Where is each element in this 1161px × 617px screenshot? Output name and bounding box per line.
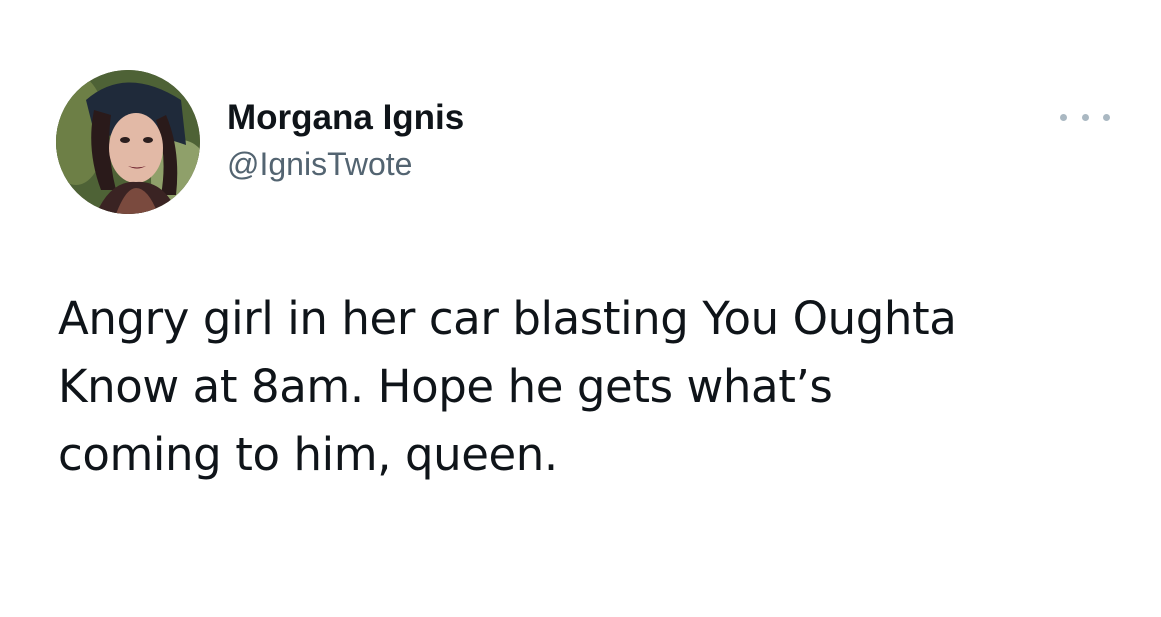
more-horizontal-icon	[1060, 113, 1067, 121]
more-options-button[interactable]	[1060, 107, 1110, 127]
tweet-text-line: Angry girl in her car blasting You Ought…	[58, 292, 957, 345]
more-horizontal-icon	[1103, 113, 1110, 121]
more-horizontal-icon	[1081, 113, 1089, 121]
display-name[interactable]: Morgana Ignis	[227, 98, 927, 138]
author-info: Morgana Ignis @IgnisTwote	[227, 98, 927, 182]
tweet-card: Morgana Ignis @IgnisTwote Angry girl in …	[0, 0, 1161, 617]
user-handle[interactable]: @IgnisTwote	[227, 146, 927, 182]
tweet-text: Angry girl in her car blasting You Ought…	[58, 285, 1138, 489]
avatar[interactable]	[56, 70, 200, 214]
tweet-text-line: Know at 8am. Hope he gets what’s	[58, 360, 833, 413]
tweet-text-line: coming to him, queen.	[58, 428, 558, 481]
profile-photo-icon	[56, 70, 200, 214]
